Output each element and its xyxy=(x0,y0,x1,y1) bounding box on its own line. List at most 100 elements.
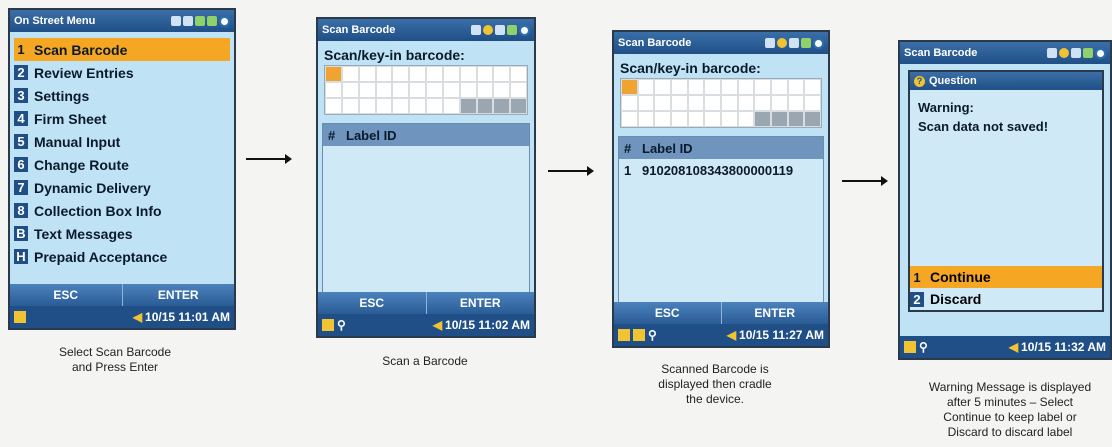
input-cell xyxy=(787,95,805,111)
table-row[interactable]: 1 910208108343800000119 xyxy=(619,159,823,182)
help-icon[interactable] xyxy=(1059,48,1069,58)
input-cell xyxy=(392,82,410,98)
start-icon[interactable] xyxy=(219,15,230,27)
user-icon[interactable] xyxy=(904,341,916,353)
question-icon: ? xyxy=(914,75,925,87)
menu-item-label: Collection Box Info xyxy=(34,202,162,219)
status-bar: ⚲ ◀ 10/15 11:02 AM xyxy=(318,314,534,336)
menu-item-label: Text Messages xyxy=(34,225,133,242)
menu-item[interactable]: 6 Change Route xyxy=(14,153,230,176)
question-dialog: ? Question Warning: Scan data not saved! … xyxy=(908,70,1104,312)
input-cell xyxy=(442,82,460,98)
network-icon xyxy=(183,16,193,26)
user-icon[interactable] xyxy=(633,329,645,341)
signal-icon xyxy=(1083,48,1093,58)
start-icon[interactable] xyxy=(813,37,824,49)
menu-item[interactable]: 4 Firm Sheet xyxy=(14,107,230,130)
esc-button[interactable]: ESC xyxy=(10,284,123,306)
menu-item-label: Prepaid Acceptance xyxy=(34,248,168,265)
input-cell xyxy=(442,98,460,114)
search-icon[interactable]: ⚲ xyxy=(648,328,657,342)
esc-button[interactable]: ESC xyxy=(614,302,722,324)
user-icon[interactable] xyxy=(14,311,26,323)
input-cell xyxy=(325,82,342,98)
menu-item[interactable]: 8 Collection Box Info xyxy=(14,199,230,222)
input-cell xyxy=(654,95,671,111)
speaker-icon[interactable]: ◀ xyxy=(727,328,736,342)
barcode-input[interactable] xyxy=(620,78,822,128)
input-cell xyxy=(637,79,655,95)
arrow-icon xyxy=(842,176,888,186)
menu-item-label: Review Entries xyxy=(34,64,134,81)
search-icon[interactable]: ⚲ xyxy=(919,340,928,354)
enter-button[interactable]: ENTER xyxy=(722,302,829,324)
scan-title: Scan Barcode xyxy=(618,37,692,49)
menu-item[interactable]: H Prepaid Acceptance xyxy=(14,245,230,268)
col-label-header: Label ID xyxy=(642,140,693,156)
caption-line: Scanned Barcode is xyxy=(661,362,769,376)
col-label-header: Label ID xyxy=(346,127,397,143)
menu-item[interactable]: 1 Scan Barcode xyxy=(14,38,230,61)
input-cell xyxy=(704,79,721,95)
speaker-icon[interactable]: ◀ xyxy=(1009,340,1018,354)
continue-option[interactable]: 1 Continue xyxy=(910,266,1102,288)
input-cell xyxy=(720,79,738,95)
input-cell xyxy=(476,98,494,114)
warning-screen: Scan Barcode ? Question Warning: Scan dat… xyxy=(898,40,1112,360)
input-cell xyxy=(737,79,755,95)
input-cell xyxy=(493,82,511,98)
help-icon[interactable] xyxy=(777,38,787,48)
esc-button[interactable]: ESC xyxy=(318,292,427,314)
input-cell xyxy=(754,111,771,127)
option-number: 2 xyxy=(910,291,924,307)
menu-item[interactable]: 2 Review Entries xyxy=(14,61,230,84)
user-icon[interactable] xyxy=(322,319,334,331)
window-icon[interactable] xyxy=(618,329,630,341)
speaker-icon[interactable]: ◀ xyxy=(433,318,442,332)
input-cell xyxy=(637,95,655,111)
input-cell xyxy=(737,95,755,111)
battery-icon xyxy=(171,16,181,26)
menu-screen: On Street Menu 1 Scan Barcode 2 Review Entr… xyxy=(8,8,236,330)
enter-button[interactable]: ENTER xyxy=(427,292,535,314)
speaker-icon[interactable]: ◀ xyxy=(133,310,142,324)
gps-icon xyxy=(195,16,205,26)
menu-item[interactable]: 7 Dynamic Delivery xyxy=(14,176,230,199)
battery-icon xyxy=(765,38,775,48)
input-cell xyxy=(654,79,671,95)
input-cell xyxy=(325,98,342,114)
start-icon[interactable] xyxy=(1095,47,1106,59)
input-cell xyxy=(426,66,443,82)
barcode-input[interactable] xyxy=(324,65,528,115)
input-cell xyxy=(459,66,477,82)
menu-item[interactable]: B Text Messages xyxy=(14,222,230,245)
softkey-bar: ESC ENTER xyxy=(614,302,828,324)
input-cell xyxy=(621,79,638,95)
battery-icon xyxy=(1047,48,1057,58)
input-cell xyxy=(770,95,788,111)
caption-line: Select Scan Barcode xyxy=(58,345,172,359)
search-icon[interactable]: ⚲ xyxy=(337,318,346,332)
menu-item[interactable]: 3 Settings xyxy=(14,84,230,107)
menu-item[interactable]: 5 Manual Input xyxy=(14,130,230,153)
clock: 10/15 11:32 AM xyxy=(1021,340,1106,354)
input-cell xyxy=(621,111,638,127)
input-cell xyxy=(493,66,511,82)
enter-button[interactable]: ENTER xyxy=(123,284,235,306)
input-cell xyxy=(687,111,705,127)
label-table: # Label ID 1 910208108343800000119 xyxy=(618,136,824,310)
status-bar: ⚲ ◀ 10/15 11:27 AM xyxy=(614,324,828,346)
input-cell xyxy=(409,66,426,82)
input-cell xyxy=(670,95,688,111)
input-cell xyxy=(510,66,527,82)
barcode-heading: Scan/key-in barcode: xyxy=(620,60,761,76)
help-icon[interactable] xyxy=(483,25,493,35)
discard-option[interactable]: 2 Discard xyxy=(910,288,1102,310)
input-cell xyxy=(375,82,393,98)
option-number: 1 xyxy=(910,269,924,285)
input-cell xyxy=(476,82,494,98)
start-icon[interactable] xyxy=(519,24,530,36)
arrow-icon xyxy=(246,154,292,164)
input-cell xyxy=(804,79,821,95)
menu-item-label: Settings xyxy=(34,87,90,104)
